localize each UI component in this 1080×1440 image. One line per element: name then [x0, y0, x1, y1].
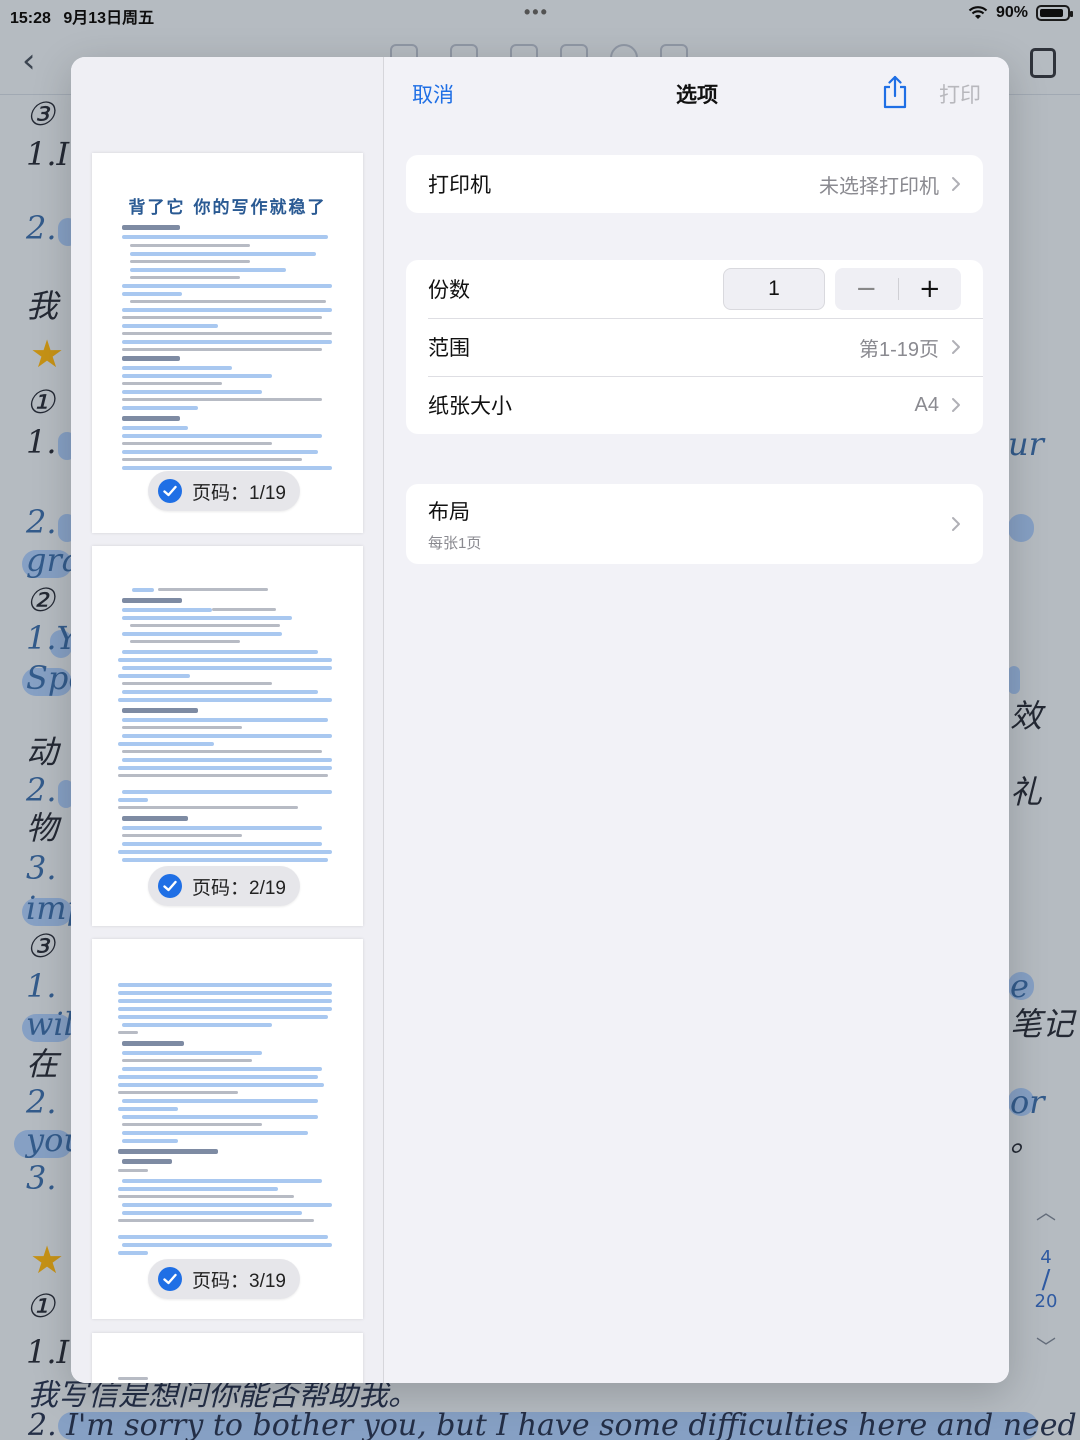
paper-size-label: 纸张大小	[428, 395, 512, 418]
layout-label: 布局	[428, 500, 470, 524]
printer-label: 打印机	[428, 174, 491, 197]
printer-row[interactable]: 打印机 未选择打印机	[406, 155, 983, 213]
range-row[interactable]: 范围 第1-19页	[406, 318, 983, 376]
printer-value: 未选择打印机	[819, 175, 939, 198]
range-value: 第1-19页	[858, 338, 939, 361]
page-thumbnail[interactable]: 背了它 你的写作就稳了 页码：1/19	[92, 153, 363, 533]
decrement-button[interactable]: −	[835, 268, 898, 310]
layout-row[interactable]: 布局 每张1页	[406, 484, 983, 564]
copies-stepper: − +	[835, 268, 961, 310]
paper-size-value: A4	[914, 393, 939, 416]
page-preview-pane: 背了它 你的写作就稳了 页码：1/19 页码：2/19 页码：3/19	[71, 57, 384, 1383]
chevron-right-icon	[952, 177, 960, 191]
page-badge: 页码：3/19	[148, 1259, 300, 1299]
copies-row: 份数 1 − +	[406, 260, 983, 318]
checkmark-icon	[158, 479, 182, 503]
range-label: 范围	[428, 337, 470, 360]
print-settings-group: 份数 1 − + 范围 第1-19页 纸张大小 A4	[406, 260, 983, 434]
increment-button[interactable]: +	[899, 268, 962, 310]
share-icon[interactable]	[881, 75, 909, 109]
checkmark-icon	[158, 1267, 182, 1291]
copies-label: 份数	[428, 279, 470, 302]
chevron-right-icon	[952, 340, 960, 354]
thumbnail-title: 背了它 你的写作就稳了	[128, 198, 327, 218]
layout-group: 布局 每张1页	[406, 484, 983, 564]
dialog-nav-bar: 取消 选项 打印	[385, 57, 1009, 129]
print-options-pane: 取消 选项 打印 打印机 未选择打印机 份数 1 − + 范围 第1-19页 纸…	[385, 57, 1009, 1383]
print-options-dialog: 背了它 你的写作就稳了 页码：1/19 页码：2/19 页码：3/19 取消 选…	[71, 57, 1009, 1383]
page-thumbnail[interactable]: 页码：2/19	[92, 546, 363, 926]
print-button[interactable]: 打印	[939, 79, 981, 109]
copies-field[interactable]: 1	[723, 268, 825, 310]
paper-size-row[interactable]: 纸张大小 A4	[406, 376, 983, 434]
chevron-right-icon	[952, 398, 960, 412]
checkmark-icon	[158, 874, 182, 898]
page-badge: 页码：2/19	[148, 866, 300, 906]
page-number-label: 页码：3/19	[192, 1270, 286, 1292]
dialog-title: 选项	[676, 84, 718, 107]
page-number-label: 页码：2/19	[192, 877, 286, 899]
chevron-right-icon	[952, 517, 960, 531]
page-number-label: 页码：1/19	[192, 482, 286, 504]
layout-subtitle: 每张1页	[428, 534, 482, 552]
page-thumbnail[interactable]: 页码：3/19	[92, 939, 363, 1319]
page-thumbnail[interactable]	[92, 1333, 363, 1383]
printer-group: 打印机 未选择打印机	[406, 155, 983, 213]
page-badge: 页码：1/19	[148, 471, 300, 511]
